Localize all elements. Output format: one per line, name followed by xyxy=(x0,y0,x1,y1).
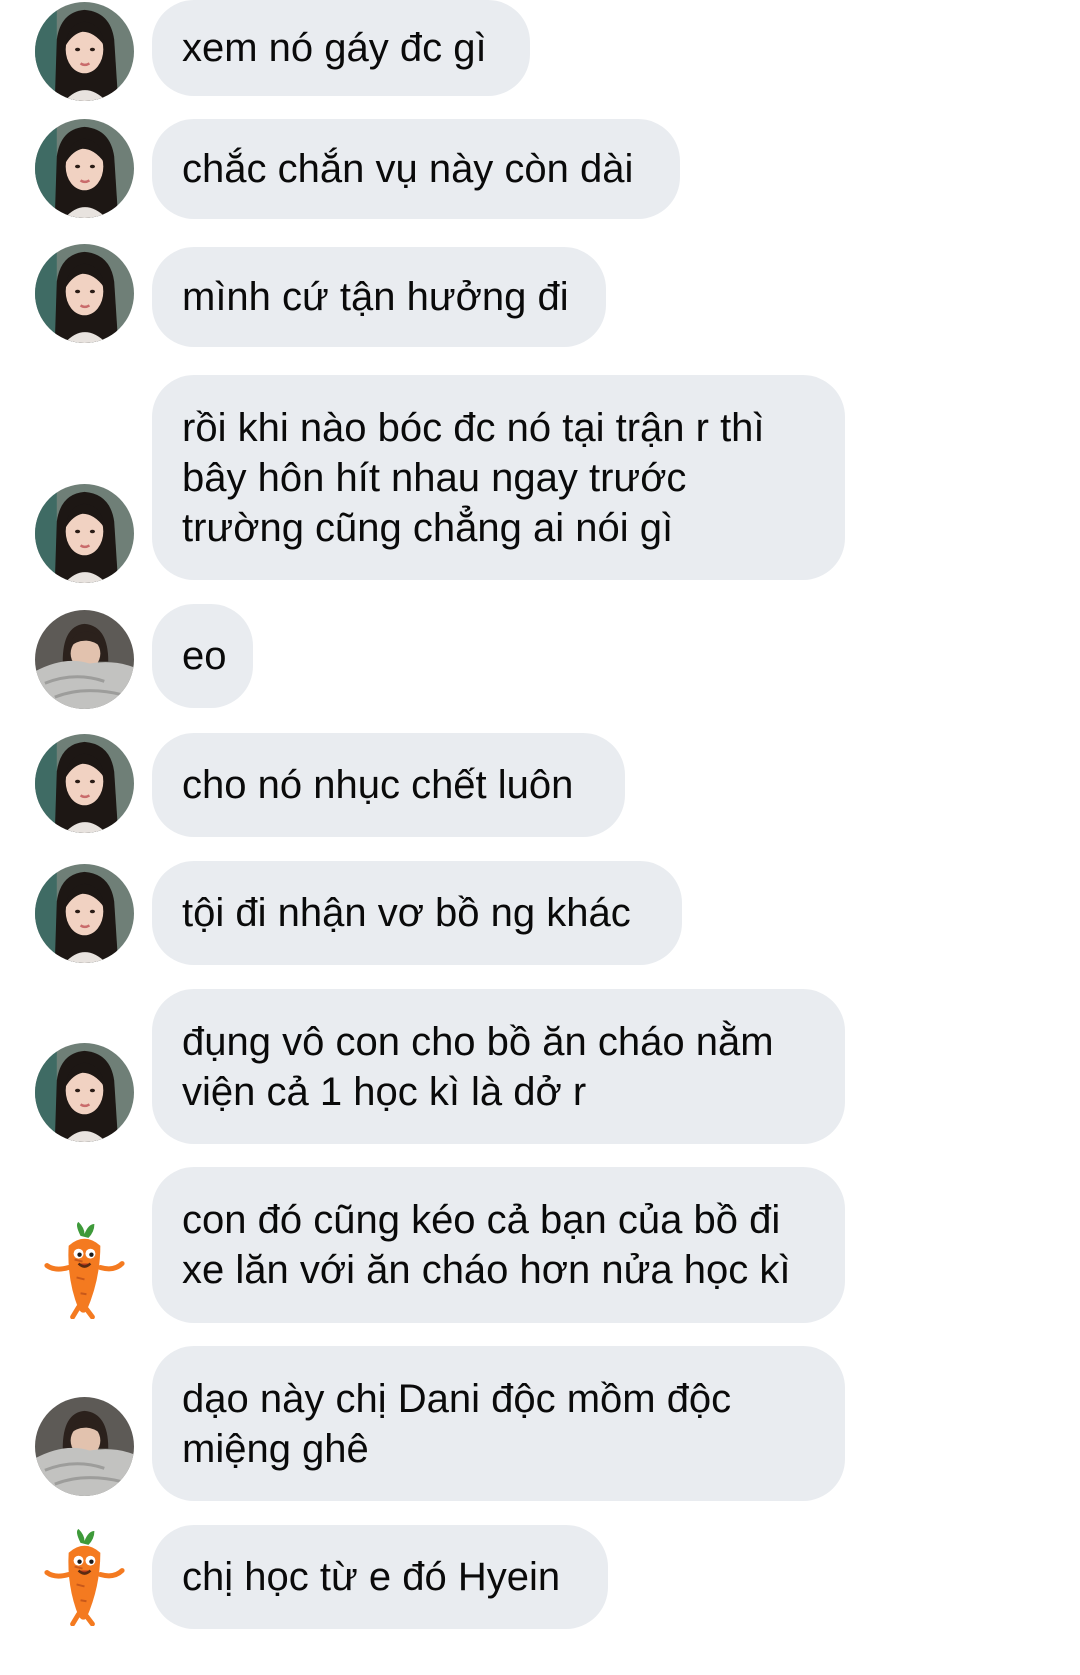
message-bubble[interactable]: mình cứ tận hưởng đi xyxy=(152,247,606,347)
carrot-sticker-avatar-icon[interactable] xyxy=(35,1220,134,1319)
blanket-selfie-avatar-icon[interactable] xyxy=(35,610,134,709)
long-hair-girl-avatar-icon[interactable] xyxy=(35,244,134,343)
message-bubble[interactable]: con đó cũng kéo cả bạn của bồ đi xe lăn … xyxy=(152,1167,845,1323)
message-bubble[interactable]: xem nó gáy đc gì xyxy=(152,0,530,96)
message-bubble[interactable]: tội đi nhận vơ bồ ng khác xyxy=(152,861,682,965)
long-hair-girl-avatar-icon[interactable] xyxy=(35,2,134,101)
long-hair-girl-avatar-icon[interactable] xyxy=(35,1043,134,1142)
blanket-selfie-avatar-icon[interactable] xyxy=(35,1397,134,1496)
message-bubble[interactable]: chị học từ e đó Hyein xyxy=(152,1525,608,1629)
long-hair-girl-avatar-icon[interactable] xyxy=(35,484,134,583)
message-bubble[interactable]: cho nó nhục chết luôn xyxy=(152,733,625,837)
message-bubble[interactable]: eo xyxy=(152,604,253,708)
message-bubble[interactable]: đụng vô con cho bồ ăn cháo nằm viện cả 1… xyxy=(152,989,845,1144)
long-hair-girl-avatar-icon[interactable] xyxy=(35,119,134,218)
message-bubble[interactable]: rồi khi nào bóc đc nó tại trận r thì bây… xyxy=(152,375,845,580)
message-bubble[interactable]: dạo này chị Dani độc mồm độc miệng ghê xyxy=(152,1346,845,1501)
message-bubble[interactable]: chắc chắn vụ này còn dài xyxy=(152,119,680,219)
long-hair-girl-avatar-icon[interactable] xyxy=(35,864,134,963)
carrot-sticker-avatar-icon[interactable] xyxy=(35,1527,134,1626)
chat-thread: xem nó gáy đc gì chắc chắn vụ này còn dà… xyxy=(0,0,1080,1675)
long-hair-girl-avatar-icon[interactable] xyxy=(35,734,134,833)
